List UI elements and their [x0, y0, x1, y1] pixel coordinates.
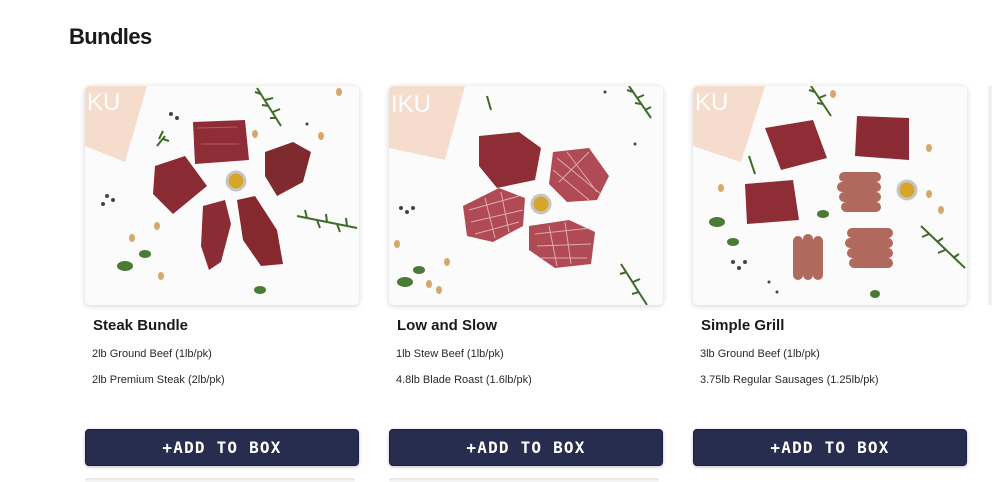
- product-item: 1lb Stew Beef (1lb/pk): [396, 348, 504, 360]
- product-card-simple-grill[interactable]: KU Simple Grill 3lb Ground Beef (1lb/pk)…: [693, 86, 967, 466]
- product-card-low-and-slow[interactable]: IKU Low and Slow 1lb Stew Beef (1lb/pk) …: [389, 86, 663, 466]
- product-item: 4.8lb Blade Roast (1.6lb/pk): [396, 374, 532, 386]
- product-title: Low and Slow: [397, 317, 497, 334]
- product-image-steak-bundle[interactable]: KU: [85, 86, 359, 305]
- product-title: Simple Grill: [701, 317, 785, 334]
- section-title: Bundles: [69, 24, 152, 49]
- product-card-steak-bundle[interactable]: KU Steak Bundle 2lb Ground Beef (1lb/pk)…: [85, 86, 359, 466]
- box-logo-text: KU: [695, 89, 728, 116]
- box-logo-text: IKU: [391, 91, 431, 118]
- box-logo-text: KU: [87, 89, 120, 116]
- add-to-box-button[interactable]: +ADD TO BOX: [85, 429, 359, 466]
- product-image-simple-grill[interactable]: KU: [693, 86, 967, 305]
- product-item: 3lb Ground Beef (1lb/pk): [700, 348, 820, 360]
- next-row-card-edge: [85, 478, 355, 482]
- product-title: Steak Bundle: [93, 317, 189, 334]
- product-item: 3.75lb Regular Sausages (1.25lb/pk): [700, 374, 879, 386]
- add-to-box-button[interactable]: +ADD TO BOX: [693, 429, 967, 466]
- product-item: 2lb Ground Beef (1lb/pk): [92, 348, 212, 360]
- product-image-low-and-slow[interactable]: IKU: [389, 86, 663, 305]
- product-item: 2lb Premium Steak (2lb/pk): [92, 374, 225, 386]
- add-to-box-button[interactable]: +ADD TO BOX: [389, 429, 663, 466]
- next-row-card-edge: [389, 478, 659, 482]
- next-card-peek: [988, 86, 992, 305]
